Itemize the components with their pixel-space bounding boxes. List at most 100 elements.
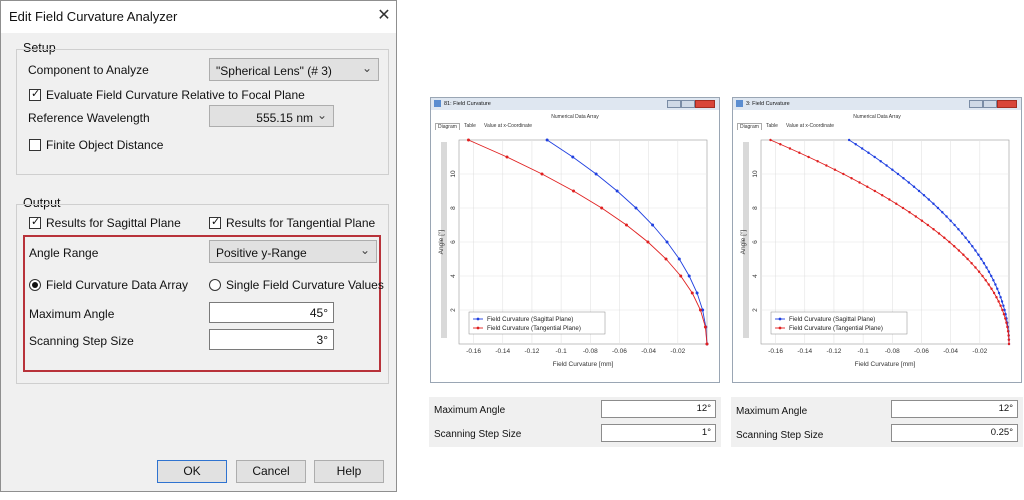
evaluate-checkbox[interactable]: ✓: [29, 88, 41, 101]
x-tick-label: -0.06: [914, 348, 929, 355]
close-icon[interactable]: ✕: [373, 5, 395, 27]
sagittal-point: [985, 266, 988, 269]
tangential-point: [679, 274, 683, 278]
legend-entry: Field Curvature (Sagittal Plane): [789, 316, 875, 323]
sagittal-point: [997, 291, 1001, 295]
y-tick-label: 2: [752, 308, 759, 312]
component-value: "Spherical Lens" (# 3): [216, 64, 332, 78]
tangential-checkbox[interactable]: ✓: [209, 216, 221, 229]
legend-entry: Field Curvature (Tangential Plane): [789, 325, 883, 332]
field-curvature-chart-2: -0.16 -0.14 -0.12 -0.1 -0.08 -0.06 -0.04 -0.02 2…: [739, 138, 1011, 368]
sagittal-point: [594, 172, 598, 176]
sagittal-point: [987, 270, 991, 273]
sagittal-point: [891, 168, 894, 171]
y-tick-label: 2: [450, 308, 457, 312]
sagittal-point: [860, 147, 864, 150]
wavelength-value: 555.15 nm: [256, 111, 313, 125]
tangential-point: [698, 308, 702, 312]
sagittal-point: [571, 155, 575, 159]
sagittal-point: [907, 181, 910, 184]
sagittal-checkbox[interactable]: ✓: [29, 216, 41, 229]
x-tick-label: -0.1: [858, 348, 870, 355]
sagittal-point: [957, 228, 960, 231]
single-values-radio[interactable]: [209, 279, 221, 291]
sagittal-point: [922, 194, 926, 197]
tangential-point: [1007, 334, 1010, 337]
tangential-point: [703, 325, 707, 329]
max-angle-label: Maximum Angle: [736, 406, 808, 417]
tangential-point: [866, 185, 869, 188]
sagittal-point: [854, 143, 857, 146]
sagittal-point: [977, 253, 980, 256]
checkmark-icon: ✓: [31, 216, 41, 228]
sagittal-point: [545, 138, 549, 142]
max-angle-input[interactable]: 45°: [209, 302, 334, 323]
tangential-point: [926, 223, 930, 227]
tangential-point: [873, 189, 877, 193]
max-angle-input[interactable]: 12°: [891, 400, 1018, 418]
angle-range-dropdown[interactable]: Positive y-Range ⌄: [209, 240, 377, 263]
sagittal-point: [1000, 300, 1004, 303]
tangential-point: [1001, 308, 1004, 312]
sagittal-point: [936, 206, 940, 210]
tangential-point: [984, 279, 987, 282]
step-size-input[interactable]: 0.25°: [891, 424, 1018, 442]
x-tick-label: -0.14: [797, 348, 812, 355]
dialog-title: Edit Field Curvature Analyzer: [9, 9, 178, 24]
cancel-button[interactable]: Cancel: [236, 460, 306, 483]
sagittal-point: [971, 245, 974, 248]
legend-swatch-point: [476, 317, 480, 321]
tangential-point: [788, 147, 792, 150]
tangential-point: [690, 291, 694, 295]
ok-button[interactable]: OK: [157, 460, 227, 483]
step-size-label: Scanning Step Size: [736, 430, 824, 441]
tangential-point: [624, 223, 628, 227]
tangential-point: [987, 283, 990, 286]
sagittal-point: [996, 287, 999, 290]
sagittal-point: [1003, 308, 1006, 312]
sagittal-point: [953, 223, 956, 227]
step-size-label: Scanning Step Size: [29, 334, 134, 348]
tangential-point: [901, 206, 905, 210]
x-tick-label: -0.02: [972, 348, 987, 355]
help-button[interactable]: Help: [314, 460, 384, 483]
finite-distance-checkbox[interactable]: [29, 139, 41, 151]
sagittal-point: [980, 257, 983, 261]
tangential-point: [1007, 338, 1011, 341]
y-tick-label: 10: [752, 170, 759, 178]
sagittal-point: [651, 223, 655, 227]
data-array-radio[interactable]: [29, 279, 41, 291]
max-angle-label: Maximum Angle: [29, 307, 115, 321]
x-tick-label: -0.12: [827, 348, 842, 355]
chart-2-settings: Maximum Angle 12° Scanning Step Size 0.2…: [731, 397, 1023, 447]
chevron-down-icon: ⌄: [361, 61, 372, 75]
tangential-point: [1006, 330, 1010, 333]
wavelength-dropdown[interactable]: 555.15 nm ⌄: [209, 105, 334, 127]
tangential-point: [895, 202, 898, 205]
tangential-point: [966, 257, 969, 261]
component-dropdown[interactable]: "Spherical Lens" (# 3) ⌄: [209, 58, 379, 81]
tangential-point: [858, 181, 861, 184]
tangential-point: [948, 240, 951, 244]
tangential-point: [540, 172, 544, 176]
tangential-point: [970, 262, 973, 265]
edit-field-curvature-dialog: Edit Field Curvature Analyzer ✕ Setup Co…: [0, 0, 397, 492]
chart-window-2: 3: Field Curvature Numerical Data Array …: [732, 97, 1022, 383]
tangential-point: [600, 206, 604, 210]
sagittal-point: [941, 211, 944, 214]
chart-window-1: 81: Field Curvature Numerical Data Array…: [430, 97, 720, 383]
legend-swatch-point: [476, 326, 480, 330]
max-angle-input[interactable]: 12°: [601, 400, 716, 418]
tangential-point: [769, 138, 772, 142]
step-size-input[interactable]: 3°: [209, 329, 334, 350]
wavelength-label: Reference Wavelength: [28, 111, 150, 125]
sagittal-point: [879, 160, 882, 163]
step-size-input[interactable]: 1°: [601, 424, 716, 442]
sagittal-point: [960, 232, 964, 235]
radio-dot: [32, 282, 38, 288]
tangential-point: [779, 143, 782, 146]
x-axis-label: Field Curvature [mm]: [855, 361, 916, 368]
tangential-point: [1006, 325, 1009, 329]
x-tick-label: -0.12: [525, 348, 540, 355]
sagittal-point: [1002, 304, 1005, 307]
